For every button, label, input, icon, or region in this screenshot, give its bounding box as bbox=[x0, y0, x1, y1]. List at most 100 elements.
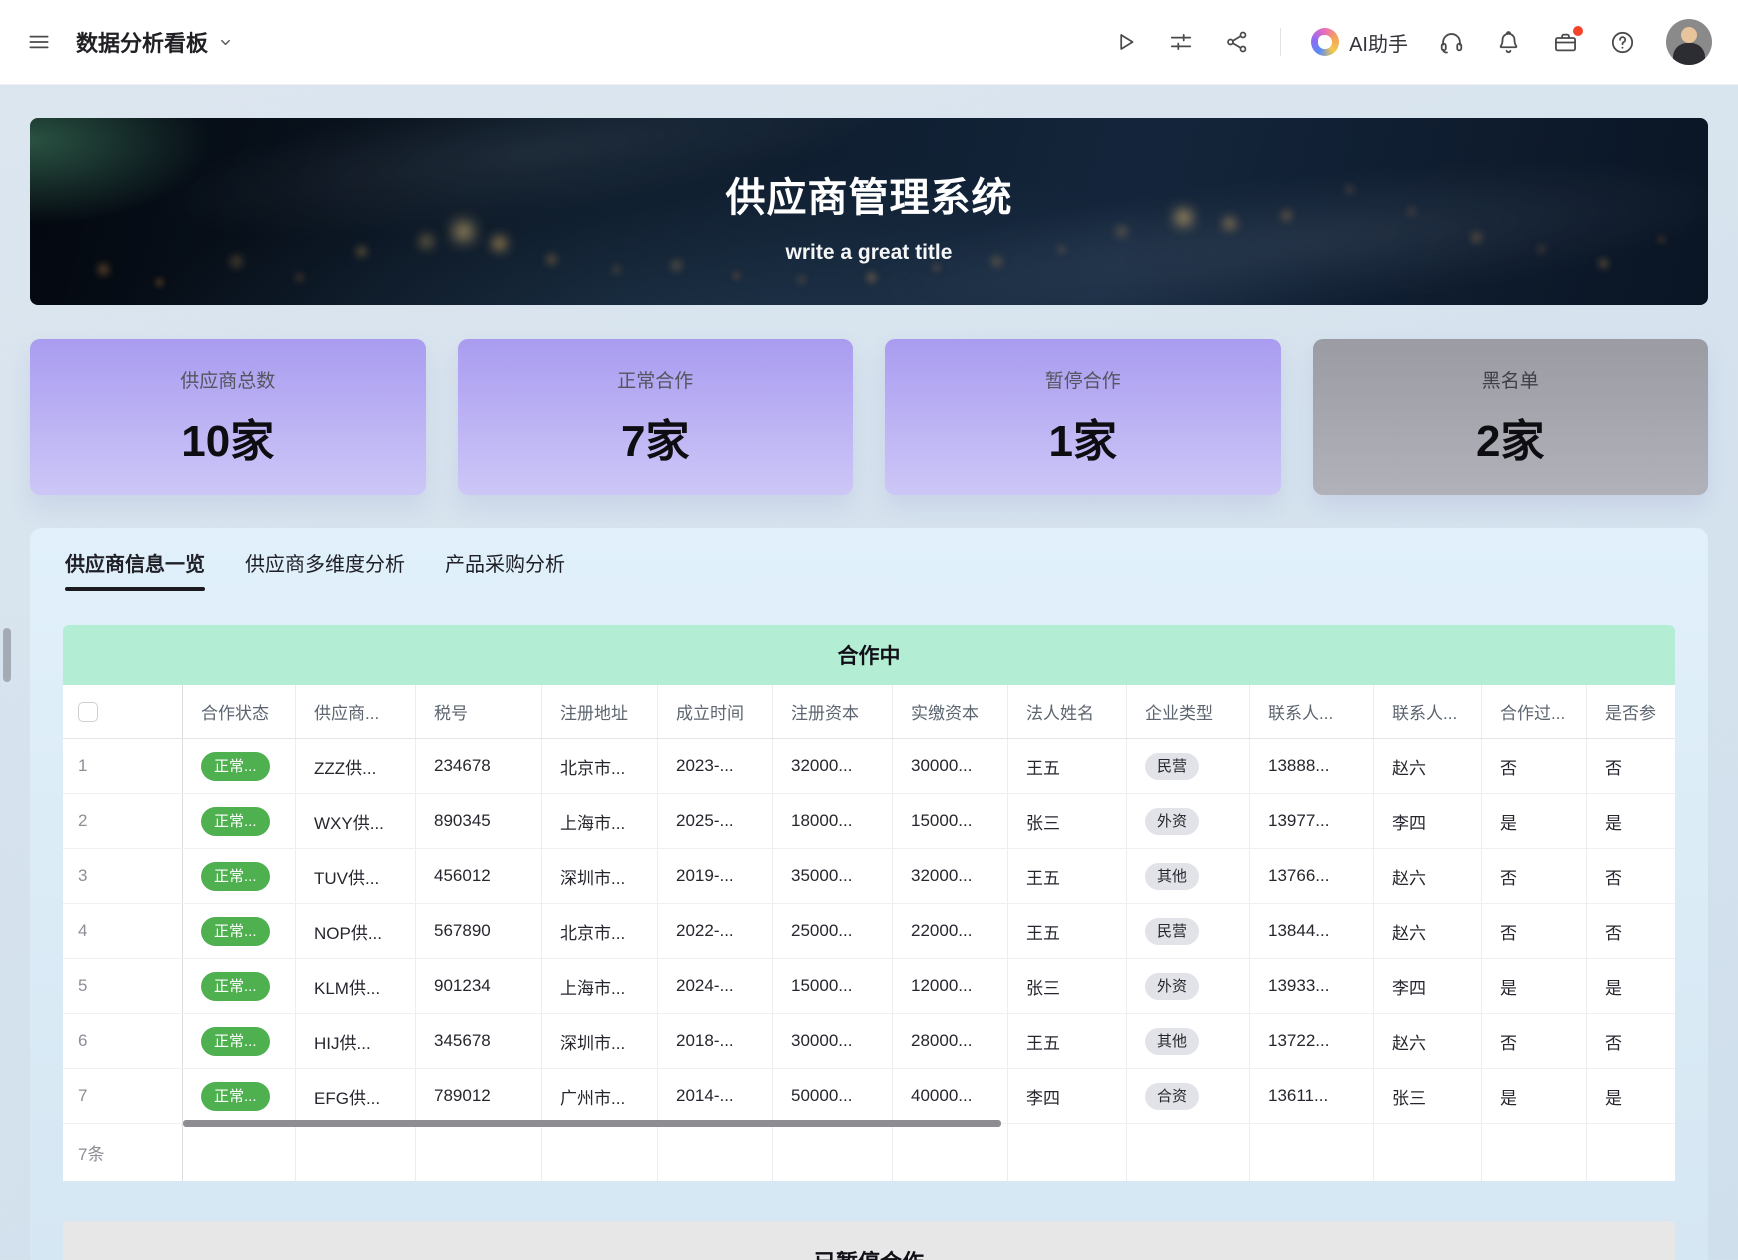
table-cell: 32000... bbox=[773, 739, 893, 793]
table-cell: 345678 bbox=[416, 1014, 542, 1068]
row-number: 5 bbox=[63, 959, 183, 1013]
status-badge: 正常... bbox=[201, 807, 270, 836]
chevron-down-icon bbox=[218, 35, 233, 50]
row-number: 4 bbox=[63, 904, 183, 958]
column-header-7: 法人姓名 bbox=[1008, 685, 1127, 738]
table-cell: 上海市... bbox=[542, 794, 658, 848]
table-row: 4正常...NOP供...567890北京市...2022-...25000..… bbox=[63, 904, 1675, 959]
table-cell: 13766... bbox=[1250, 849, 1374, 903]
row-number: 3 bbox=[63, 849, 183, 903]
table-cell: 否 bbox=[1482, 904, 1587, 958]
table-cell: 901234 bbox=[416, 959, 542, 1013]
table-cell: 张三 bbox=[1008, 794, 1127, 848]
table-cell: 22000... bbox=[893, 904, 1008, 958]
table-cell: 否 bbox=[1587, 739, 1675, 793]
table-cell: 深圳市... bbox=[542, 849, 658, 903]
table-cell: 2022-... bbox=[658, 904, 773, 958]
tab-bar: 供应商信息一览供应商多维度分析产品采购分析 bbox=[63, 548, 1675, 591]
status-badge: 正常... bbox=[201, 972, 270, 1001]
table-cell: 否 bbox=[1482, 1014, 1587, 1068]
table-cell: 789012 bbox=[416, 1069, 542, 1123]
column-header-8: 企业类型 bbox=[1127, 685, 1250, 738]
status-badge: 正常... bbox=[201, 1027, 270, 1056]
company-type-badge: 外资 bbox=[1145, 808, 1199, 835]
table-cell: 赵六 bbox=[1374, 849, 1482, 903]
user-avatar[interactable] bbox=[1666, 19, 1712, 65]
help-icon[interactable] bbox=[1609, 29, 1636, 56]
column-header-4: 成立时间 bbox=[658, 685, 773, 738]
table-cell: 28000... bbox=[893, 1014, 1008, 1068]
footer-cell bbox=[416, 1124, 542, 1181]
table-cell: HIJ供... bbox=[296, 1014, 416, 1068]
row-number: 7 bbox=[63, 1069, 183, 1123]
tab-1[interactable]: 供应商多维度分析 bbox=[245, 548, 405, 591]
table-cell: 王五 bbox=[1008, 739, 1127, 793]
settings-sliders-icon[interactable] bbox=[1168, 29, 1194, 55]
table-cell: 567890 bbox=[416, 904, 542, 958]
stat-card-label: 黑名单 bbox=[1482, 366, 1539, 393]
dashboard-title-dropdown[interactable]: 数据分析看板 bbox=[76, 26, 233, 58]
footer-cell bbox=[1250, 1124, 1374, 1181]
table-cell: 15000... bbox=[893, 794, 1008, 848]
table-cell: ZZZ供... bbox=[296, 739, 416, 793]
table-cell: WXY供... bbox=[296, 794, 416, 848]
hamburger-menu-icon[interactable] bbox=[26, 29, 52, 55]
table-cell: 其他 bbox=[1127, 1014, 1250, 1068]
stat-card-label: 暂停合作 bbox=[1045, 366, 1121, 393]
table-cell: 15000... bbox=[773, 959, 893, 1013]
headset-support-icon[interactable] bbox=[1438, 29, 1465, 56]
table-cell: 深圳市... bbox=[542, 1014, 658, 1068]
table-cell: 北京市... bbox=[542, 739, 658, 793]
table-cell: 正常... bbox=[183, 739, 296, 793]
table-cell: 是 bbox=[1587, 1069, 1675, 1123]
table-cell: 30000... bbox=[893, 739, 1008, 793]
column-header-11: 合作过... bbox=[1482, 685, 1587, 738]
table-cell: 否 bbox=[1482, 739, 1587, 793]
inbox-briefcase-icon[interactable] bbox=[1552, 29, 1579, 56]
table-cell: NOP供... bbox=[296, 904, 416, 958]
tab-2[interactable]: 产品采购分析 bbox=[445, 548, 565, 591]
table-cell: 13611... bbox=[1250, 1069, 1374, 1123]
table-cell: 13722... bbox=[1250, 1014, 1374, 1068]
table-row: 2正常...WXY供...890345上海市...2025-...18000..… bbox=[63, 794, 1675, 849]
select-all-checkbox[interactable] bbox=[78, 702, 98, 722]
table-cell: 张三 bbox=[1008, 959, 1127, 1013]
table-title-cooperating: 合作中 bbox=[63, 625, 1675, 685]
stat-card-value: 7家 bbox=[621, 405, 689, 469]
column-header-10: 联系人... bbox=[1374, 685, 1482, 738]
table-cell: 是 bbox=[1482, 1069, 1587, 1123]
table-cell: 李四 bbox=[1374, 794, 1482, 848]
share-icon[interactable] bbox=[1224, 29, 1250, 55]
stat-card-2: 暂停合作1家 bbox=[885, 339, 1281, 495]
ai-assistant-button[interactable]: AI助手 bbox=[1311, 28, 1408, 57]
vertical-scrollbar[interactable] bbox=[3, 628, 11, 682]
status-badge: 正常... bbox=[201, 862, 270, 891]
table-cell: 13844... bbox=[1250, 904, 1374, 958]
table-cell: 234678 bbox=[416, 739, 542, 793]
stat-card-1: 正常合作7家 bbox=[458, 339, 854, 495]
table-cell: 50000... bbox=[773, 1069, 893, 1123]
column-header-2: 税号 bbox=[416, 685, 542, 738]
table-cell: 赵六 bbox=[1374, 904, 1482, 958]
tab-0[interactable]: 供应商信息一览 bbox=[65, 548, 205, 591]
column-header-6: 实缴资本 bbox=[893, 685, 1008, 738]
table-cell: 广州市... bbox=[542, 1069, 658, 1123]
table-cell: 13977... bbox=[1250, 794, 1374, 848]
table-cell: 32000... bbox=[893, 849, 1008, 903]
ai-assistant-logo-icon bbox=[1311, 28, 1339, 56]
table-cell: 王五 bbox=[1008, 849, 1127, 903]
table-footer-row: 7条 bbox=[63, 1124, 1675, 1181]
ai-assistant-label: AI助手 bbox=[1349, 28, 1408, 57]
footer-cell bbox=[773, 1124, 893, 1181]
horizontal-scrollbar[interactable] bbox=[183, 1120, 1001, 1127]
table-cell: 12000... bbox=[893, 959, 1008, 1013]
toolbar-divider bbox=[1280, 28, 1281, 56]
row-count-label: 7条 bbox=[63, 1124, 183, 1181]
notifications-bell-icon[interactable] bbox=[1495, 29, 1522, 56]
company-type-badge: 民营 bbox=[1145, 918, 1199, 945]
table-row: 6正常...HIJ供...345678深圳市...2018-...30000..… bbox=[63, 1014, 1675, 1069]
table-cell: 正常... bbox=[183, 794, 296, 848]
table-cell: 王五 bbox=[1008, 904, 1127, 958]
play-icon[interactable] bbox=[1112, 29, 1138, 55]
table-cell: 2024-... bbox=[658, 959, 773, 1013]
